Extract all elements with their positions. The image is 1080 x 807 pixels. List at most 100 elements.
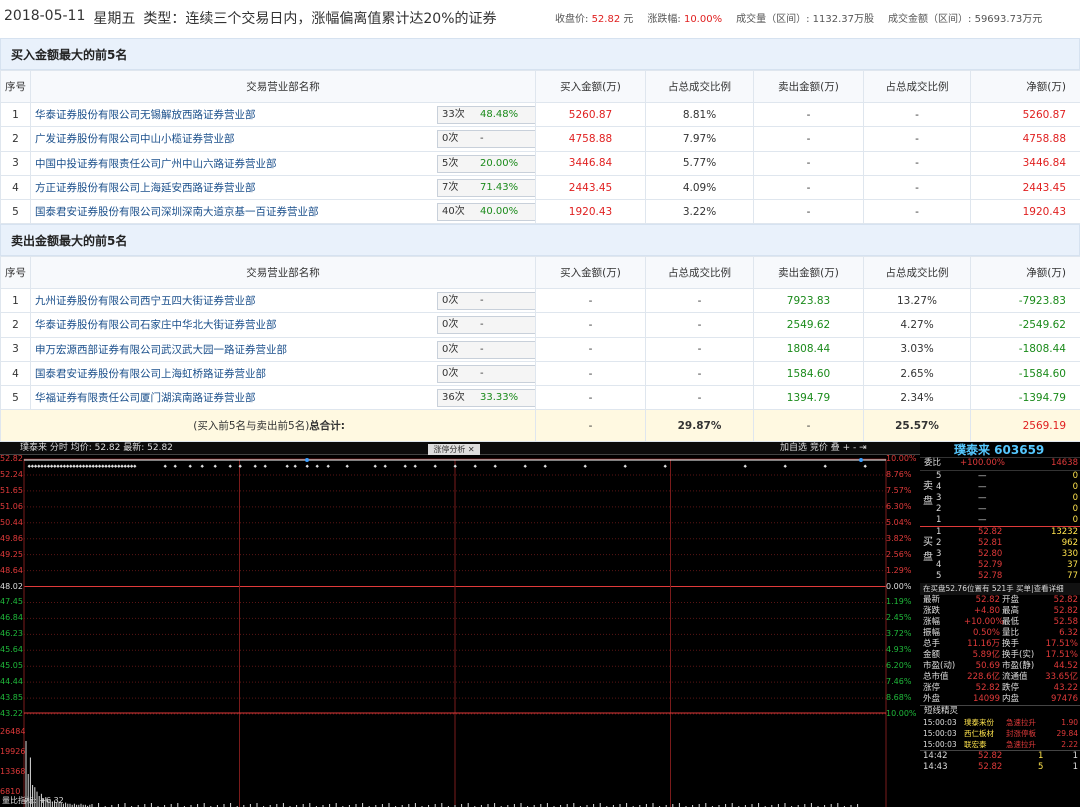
percent-tick-label: 10.00%	[886, 454, 917, 463]
history-count-button[interactable]: 0次-▶	[437, 292, 535, 310]
broker-name-link[interactable]: 中国中投证券有限责任公司广州中山六路证券营业部	[35, 158, 277, 170]
sprite-stock: 西仁板材	[964, 729, 994, 738]
sell-amount: 1584.60	[753, 360, 864, 387]
history-count-button[interactable]: 7次71.43%▶	[437, 178, 535, 197]
sprite-value: 1.90	[1061, 718, 1078, 727]
stat-row: 金额 5.89亿 换手(实) 17.51%	[920, 650, 1080, 661]
trade-marker	[263, 464, 267, 468]
trade-marker	[823, 464, 827, 468]
sell-order-row: 5 — 0	[920, 471, 1080, 482]
trade-marker	[78, 464, 83, 468]
history-count-button[interactable]: 33次48.48%▶	[437, 106, 535, 124]
trade-marker	[110, 464, 115, 468]
stat-value: 14099	[972, 694, 1000, 704]
percent-tick-label: 2.56%	[886, 549, 912, 559]
trade-marker	[200, 464, 204, 468]
total-label: (买入前5名与卖出前5名)总合计:	[0, 409, 536, 443]
broker-name-link[interactable]: 华泰证券股份有限公司无锡解放西路证券营业部	[35, 109, 256, 121]
broker-cell: 国泰君安证券股份有限公司深圳深南大道京基一百证券营业部 40次40.00%▶	[30, 199, 536, 225]
order-level: 1	[936, 515, 942, 525]
history-count-button[interactable]: 0次-▶	[437, 340, 535, 359]
tick-list: 14:42 52.82 1 1 14:43 52.82 5 1	[920, 750, 1080, 773]
sprite-row[interactable]: 15:00:03 璞泰来份 急速拉升 1.90	[920, 717, 1080, 728]
sprite-row[interactable]: 15:00:03 西仁板材 封涨停板 29.84	[920, 728, 1080, 739]
stat-label: 量比	[1002, 628, 1020, 638]
history-count-button[interactable]: 5次20.00%▶	[437, 154, 535, 173]
buy-amount: -	[535, 312, 646, 338]
total-label-bold: 总合计:	[309, 420, 345, 433]
trade-marker	[56, 464, 60, 468]
stat-label: 涨幅	[923, 617, 941, 627]
history-count-button[interactable]: 40次40.00%▶	[437, 203, 535, 222]
broker-name-link[interactable]: 方正证券股份有限公司上海延安西路证券营业部	[35, 182, 256, 194]
history-count-button[interactable]: 0次-▶	[437, 130, 535, 149]
table-row[interactable]: 4国泰君安证券股份有限公司上海虹桥路证券营业部0次-▶--1584.602.65…	[0, 360, 1080, 387]
trade-marker	[117, 464, 121, 468]
amount-label: 成交金额（区间）:	[888, 14, 972, 25]
sell-amount: 7923.83	[753, 287, 864, 314]
table-row[interactable]: 4方正证券股份有限公司上海延安西路证券营业部7次71.43%▶2443.454.…	[0, 174, 1080, 201]
order-level: 3	[936, 493, 942, 503]
order-price: —	[978, 504, 987, 514]
broker-name-link[interactable]: 申万宏源西部证券有限公司武汉武大园一路证券营业部	[35, 344, 287, 356]
history-count-button[interactable]: 36次33.33%▶	[437, 389, 535, 408]
order-level: 5	[936, 571, 942, 581]
table-row[interactable]: 2华泰证券股份有限公司石家庄中华北大街证券营业部0次-▶--2549.624.2…	[0, 312, 1080, 338]
limit-up-analysis-tab[interactable]: 涨停分析 ✕	[428, 444, 480, 455]
stat-row: 涨停 52.82 跌停 43.22	[920, 683, 1080, 694]
stat-value: 44.52	[1053, 661, 1078, 671]
sprite-row[interactable]: 15:00:03 联宏泰 急速拉升 2.22	[920, 739, 1080, 750]
order-price: 52.82	[978, 527, 1003, 537]
sell-amount: 2549.62	[753, 312, 864, 338]
close-icon[interactable]: ✕	[468, 445, 475, 454]
sell-ratio: -	[863, 199, 971, 225]
trade-marker	[120, 464, 124, 468]
table-row[interactable]: 5国泰君安证券股份有限公司深圳深南大道京基一百证券营业部40次40.00%▶19…	[0, 199, 1080, 225]
buy-side-label: 买盘	[923, 537, 933, 563]
stat-label: 涨跌	[923, 606, 941, 616]
broker-name-link[interactable]: 广发证券股份有限公司中山小榄证券营业部	[35, 133, 235, 145]
volume-value: 1132.37万股	[812, 14, 875, 25]
table-row[interactable]: 5华福证券有限责任公司厦门湖滨南路证券营业部36次33.33%▶--1394.7…	[0, 385, 1080, 411]
stat-label: 换手(实)	[1002, 650, 1035, 660]
sell-ratio: 2.34%	[863, 385, 971, 411]
tick-count: 1	[1072, 751, 1078, 761]
order-price: —	[978, 493, 987, 503]
chart-tools[interactable]: 加自选 竞价 叠 + - ⇥	[780, 442, 867, 455]
table-row[interactable]: 1华泰证券股份有限公司无锡解放西路证券营业部33次48.48%▶?5260.87…	[0, 101, 1080, 128]
intraday-chart[interactable]: 璞泰来 分时 均价: 52.82 最新: 52.82 涨停分析 ✕ 加自选 竞价…	[0, 442, 920, 807]
stat-label: 涨停	[923, 683, 941, 693]
order-level: 3	[936, 549, 942, 559]
broker-name-link[interactable]: 国泰君安证券股份有限公司深圳深南大道京基一百证券营业部	[35, 206, 319, 218]
net-amount: -1808.44	[970, 336, 1080, 362]
broker-name-link[interactable]: 国泰君安证券股份有限公司上海虹桥路证券营业部	[35, 368, 266, 380]
weibi-label: 委比	[924, 458, 942, 468]
table-row[interactable]: 1九州证券股份有限公司西宁五四大街证券营业部0次-▶--7923.8313.27…	[0, 287, 1080, 314]
history-count-button[interactable]: 0次-▶	[437, 316, 535, 335]
price-tick-label: 45.64	[0, 645, 23, 655]
table-row[interactable]: 2广发证券股份有限公司中山小榄证券营业部0次-▶4758.887.97%--47…	[0, 126, 1080, 152]
broker-name-link[interactable]: 华福证券有限责任公司厦门湖滨南路证券营业部	[35, 392, 256, 404]
percent-tick-label: 8.76%	[886, 469, 912, 479]
price-tick-label: 50.44	[0, 517, 23, 527]
history-count-button[interactable]: 0次-▶	[437, 364, 535, 383]
table-row[interactable]: 3中国中投证券有限责任公司广州中山六路证券营业部5次20.00%▶3446.84…	[0, 150, 1080, 176]
broker-name-link[interactable]: 华泰证券股份有限公司石家庄中华北大街证券营业部	[35, 319, 277, 331]
success-rate: 40.00%	[480, 206, 519, 218]
trade-marker	[523, 464, 527, 468]
column-header: 序号	[0, 70, 31, 103]
times: 5次	[442, 157, 459, 169]
table-row[interactable]: 3申万宏源西部证券有限公司武汉武大园一路证券营业部0次-▶--1808.443.…	[0, 336, 1080, 362]
percent-tick-label: 3.82%	[886, 533, 912, 543]
trade-marker	[72, 464, 76, 468]
trade-marker	[213, 464, 217, 468]
trade-date: 2018-05-11	[4, 8, 86, 24]
price-tick-label: 43.22	[0, 709, 23, 718]
row-index: 4	[0, 360, 31, 387]
trade-marker	[305, 464, 309, 468]
weekday: 星期五	[93, 11, 136, 27]
stat-value: 6.32	[1059, 628, 1078, 638]
order-note[interactable]: 在买盘52.76位置有 521手 买单|查看详细	[920, 583, 1080, 595]
broker-name-link[interactable]: 九州证券股份有限公司西宁五四大街证券营业部	[35, 295, 256, 307]
trade-marker	[173, 464, 177, 468]
